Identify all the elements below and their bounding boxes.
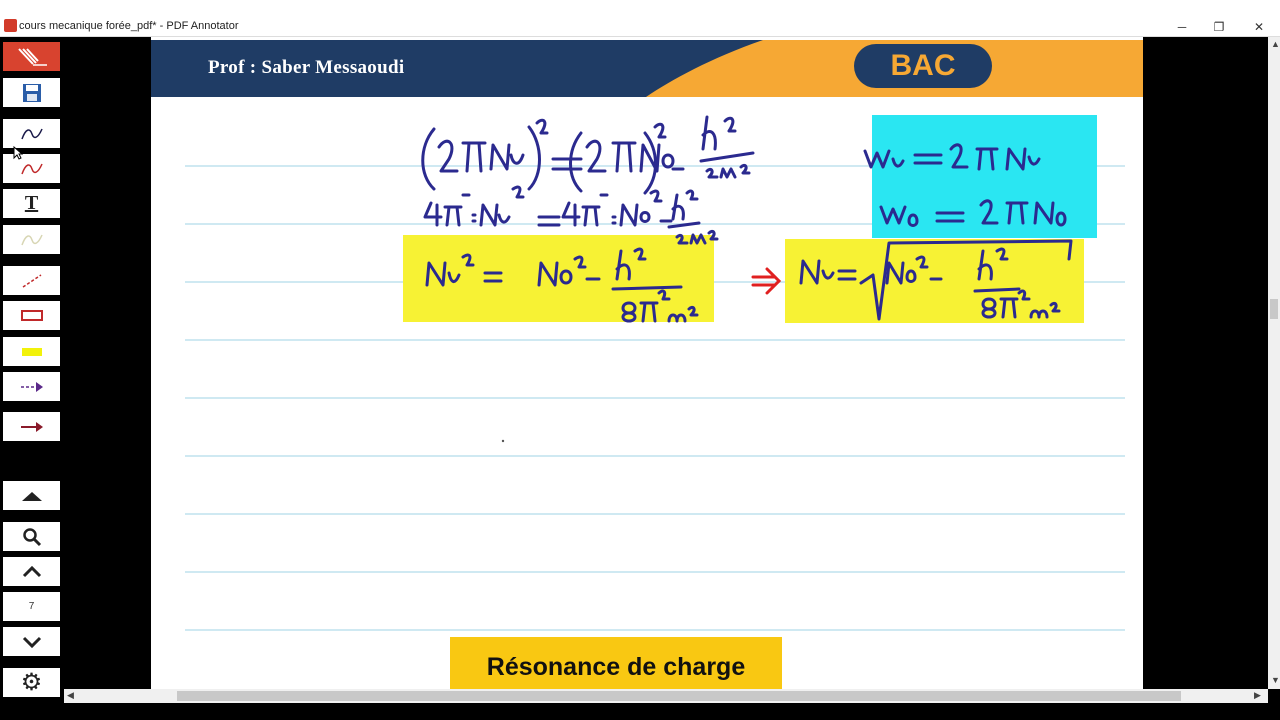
highlighter-icon: [21, 347, 42, 356]
zoom-button[interactable]: [3, 522, 60, 551]
chevron-up-icon: [22, 565, 41, 577]
next-page-button[interactable]: [3, 627, 60, 656]
arrow-tool-button[interactable]: [3, 412, 60, 441]
page-number: 7: [28, 601, 35, 612]
vertical-scrollbar[interactable]: ▲ ▼: [1268, 37, 1280, 689]
pen-red-button[interactable]: [3, 154, 60, 183]
page-number-field[interactable]: 7: [3, 592, 60, 621]
pen-light-icon: [20, 234, 43, 245]
pdf-annotator-icon: [4, 19, 17, 32]
app-logo-button[interactable]: [3, 42, 60, 71]
triangle-up-icon: [21, 491, 42, 501]
pen-dark-icon: [20, 128, 43, 139]
rectangle-tool-button[interactable]: [3, 301, 60, 330]
close-button[interactable]: ✕: [1236, 18, 1280, 36]
text-icon: T: [24, 192, 39, 214]
section-title: Résonance de charge: [486, 653, 746, 681]
section-title-box: Résonance de charge: [450, 637, 782, 689]
save-button[interactable]: [3, 78, 60, 107]
first-page-button[interactable]: [3, 481, 60, 510]
previous-page-button[interactable]: [3, 557, 60, 586]
pdf-page[interactable]: Prof : Saber Messaoudi BAC Résonance de …: [151, 37, 1143, 689]
pen-red-icon: [20, 163, 43, 174]
scroll-left-icon[interactable]: ◀: [67, 690, 74, 701]
scroll-right-icon[interactable]: ▶: [1254, 690, 1261, 701]
rectangle-icon: [20, 309, 43, 321]
horizontal-scroll-thumb[interactable]: [177, 691, 1181, 701]
line-icon: [22, 273, 41, 288]
pen-light-button[interactable]: [3, 225, 60, 254]
vertical-scroll-thumb[interactable]: [1270, 299, 1278, 319]
settings-button[interactable]: ⚙: [3, 668, 60, 697]
tools-sidebar: T 7 ⚙: [0, 37, 64, 720]
pen-dark-button[interactable]: [3, 119, 60, 148]
scroll-up-icon[interactable]: ▲: [1271, 39, 1280, 49]
search-icon: [22, 527, 41, 546]
mouse-cursor-icon: [13, 146, 23, 160]
dashed-arrow-button[interactable]: [3, 372, 60, 401]
window-title: cours mecanique forée_pdf* - PDF Annotat…: [19, 20, 239, 32]
gear-icon: ⚙: [20, 668, 43, 696]
highlighter-button[interactable]: [3, 337, 60, 366]
horizontal-scrollbar[interactable]: ◀ ▶: [64, 689, 1268, 703]
text-tool-button[interactable]: T: [3, 189, 60, 218]
handwritten-equations: [421, 115, 1073, 443]
quill-icon: [17, 47, 47, 66]
chevron-down-icon: [22, 636, 41, 648]
dashed-arrow-icon: [20, 381, 43, 392]
arrow-icon: [20, 421, 43, 432]
line-tool-button[interactable]: [3, 266, 60, 295]
scroll-down-icon[interactable]: ▼: [1271, 675, 1280, 685]
window-titlebar: cours mecanique forée_pdf* - PDF Annotat…: [0, 0, 1280, 37]
save-icon: [22, 83, 41, 102]
